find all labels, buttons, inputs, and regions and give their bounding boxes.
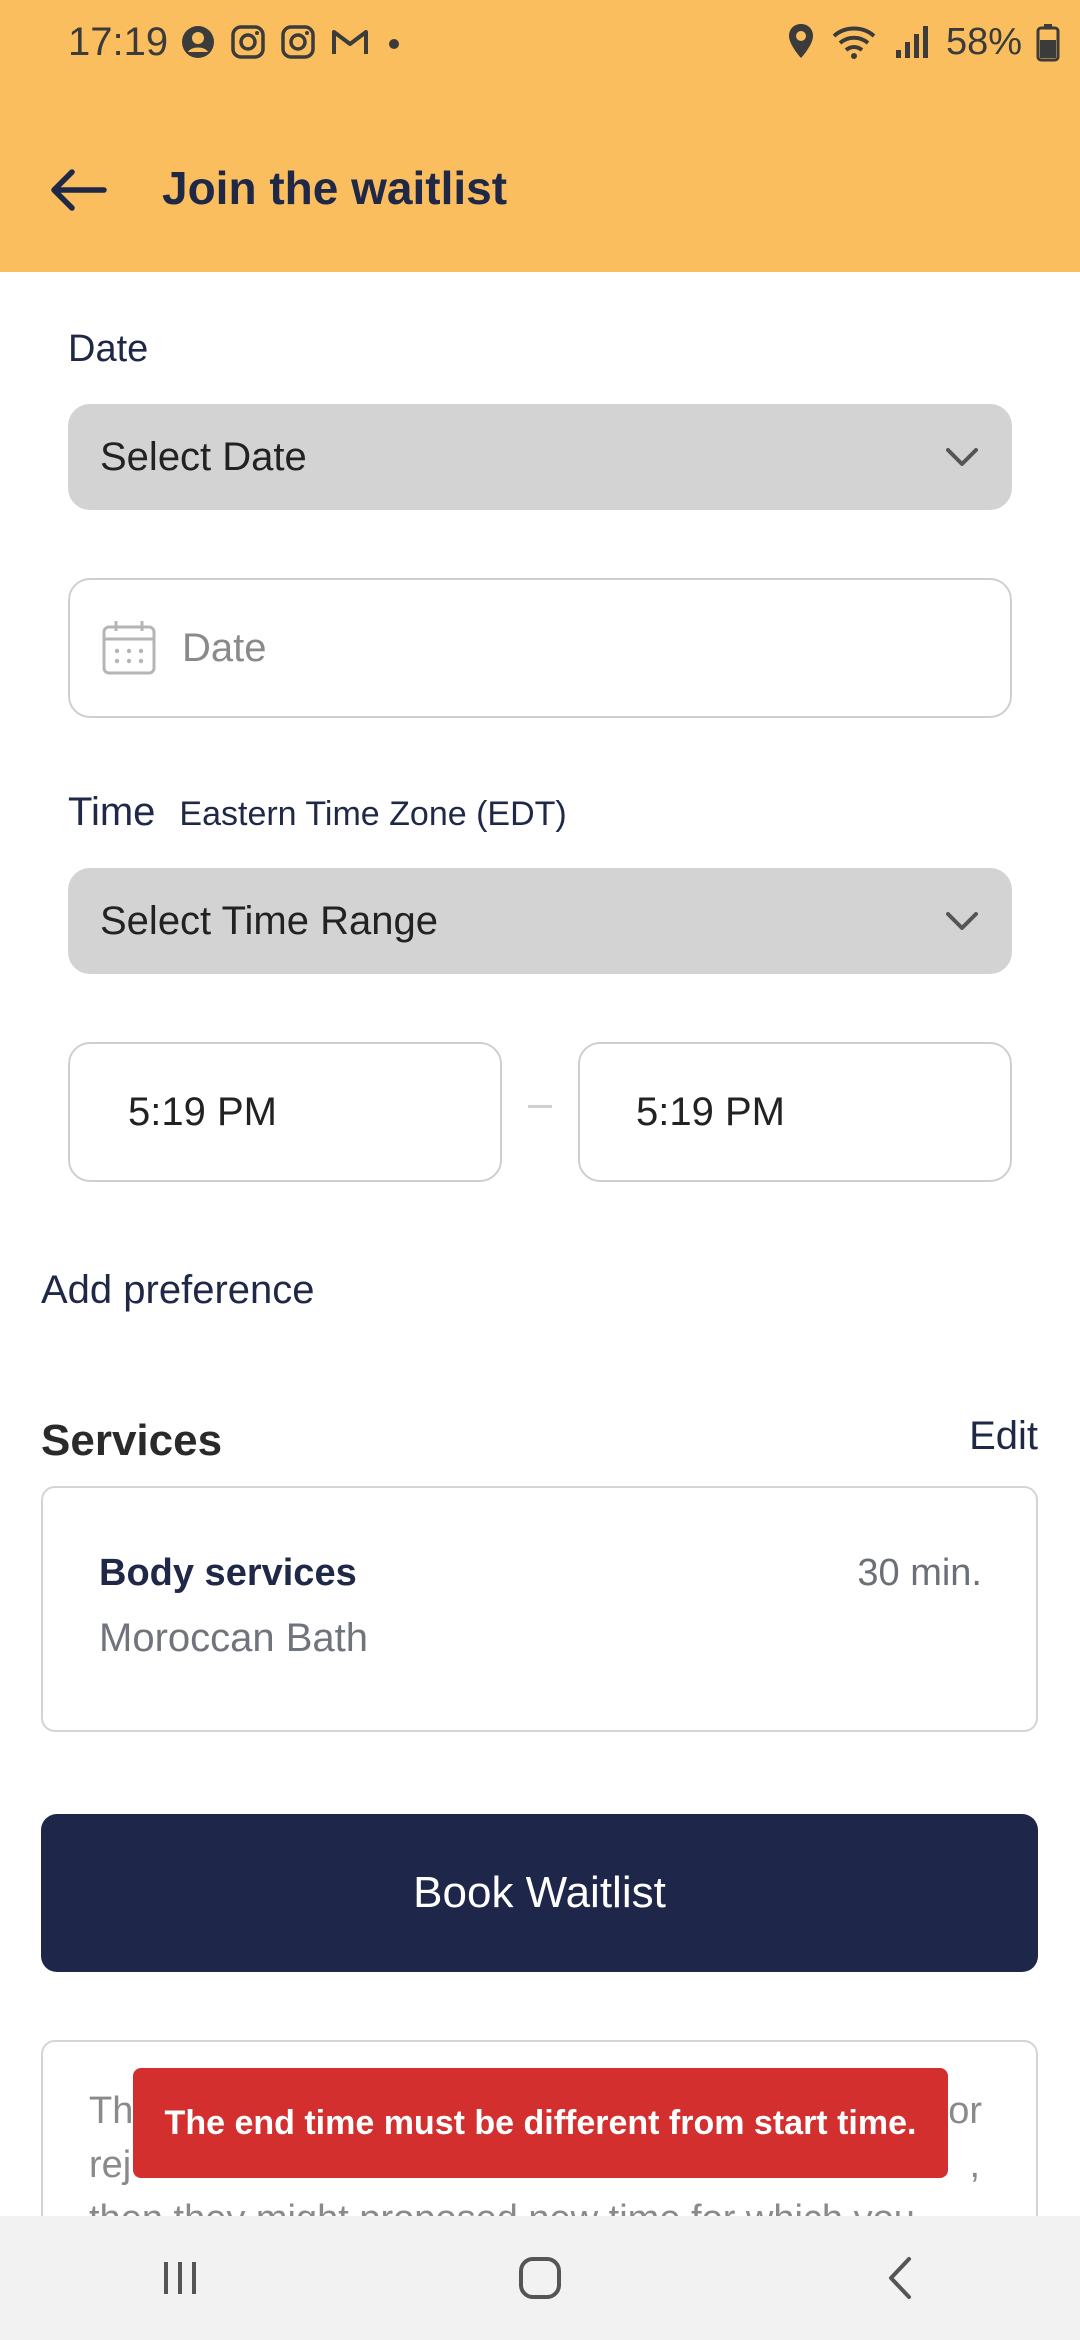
- service-card[interactable]: Body services 30 min. Moroccan Bath: [41, 1486, 1038, 1732]
- location-icon: [788, 24, 813, 58]
- battery-percent: 58%: [945, 20, 1022, 63]
- recent-apps-button[interactable]: [110, 2228, 250, 2328]
- service-category: Body services: [99, 1552, 357, 1594]
- edit-services-link[interactable]: Edit: [969, 1414, 1038, 1459]
- info-text-line2-end: ,: [969, 2144, 980, 2186]
- info-text-line1-end: or: [948, 2090, 982, 2132]
- date-placeholder: Date: [182, 625, 267, 670]
- notification-icons: [180, 20, 404, 64]
- date-input[interactable]: Date: [68, 578, 1012, 718]
- status-time: 17:19: [68, 20, 169, 64]
- recent-apps-icon: [164, 2262, 196, 2294]
- service-name: Moroccan Bath: [99, 1616, 369, 1660]
- back-button[interactable]: [40, 160, 116, 220]
- select-time-range-dropdown[interactable]: Select Time Range: [68, 868, 1012, 974]
- services-title: Services: [41, 1416, 223, 1465]
- dot-icon: [389, 39, 399, 49]
- battery-icon: [1036, 24, 1060, 62]
- status-system-icons: 58%: [786, 14, 1060, 70]
- timezone-label: Eastern Time Zone (EDT): [179, 795, 567, 833]
- error-toast: The end time must be different from star…: [133, 2068, 948, 2178]
- date-label: Date: [68, 328, 149, 370]
- gmail-icon: [332, 30, 368, 54]
- app-header: 17:19 58% Join the waitlist: [0, 0, 1080, 272]
- time-range-separator: [528, 1105, 552, 1108]
- system-nav-bar: [0, 2216, 1080, 2340]
- info-text-line1-start: Th: [89, 2090, 134, 2132]
- calendar-icon: [102, 621, 156, 675]
- arrow-left-icon: [51, 169, 107, 211]
- start-time-value: 5:19 PM: [128, 1089, 277, 1134]
- home-button[interactable]: [470, 2228, 610, 2328]
- book-waitlist-button[interactable]: Book Waitlist: [41, 1814, 1038, 1972]
- instagram-icon: [231, 25, 265, 59]
- instagram-icon: [281, 25, 315, 59]
- chevron-down-icon: [946, 448, 978, 466]
- select-date-dropdown[interactable]: Select Date: [68, 404, 1012, 510]
- wifi-icon: [832, 26, 876, 59]
- service-duration: 30 min.: [857, 1552, 982, 1594]
- end-time-value: 5:19 PM: [636, 1089, 785, 1134]
- add-preference-link[interactable]: Add preference: [41, 1268, 315, 1313]
- select-date-value: Select Date: [100, 434, 307, 479]
- signal-icon: [895, 26, 928, 58]
- account-circle-icon: [182, 26, 214, 58]
- time-heading: Time Eastern Time Zone (EDT): [68, 790, 567, 835]
- time-label: Time: [68, 790, 156, 834]
- start-time-field[interactable]: 5:19 PM: [68, 1042, 502, 1182]
- back-icon: [889, 2257, 911, 2299]
- end-time-field[interactable]: 5:19 PM: [578, 1042, 1012, 1182]
- system-back-button[interactable]: [830, 2228, 970, 2328]
- chevron-down-icon: [946, 912, 978, 930]
- page-title: Join the waitlist: [162, 162, 508, 214]
- home-icon: [519, 2257, 561, 2299]
- select-time-range-value: Select Time Range: [100, 898, 438, 943]
- info-text-line2-start: rej: [89, 2144, 132, 2186]
